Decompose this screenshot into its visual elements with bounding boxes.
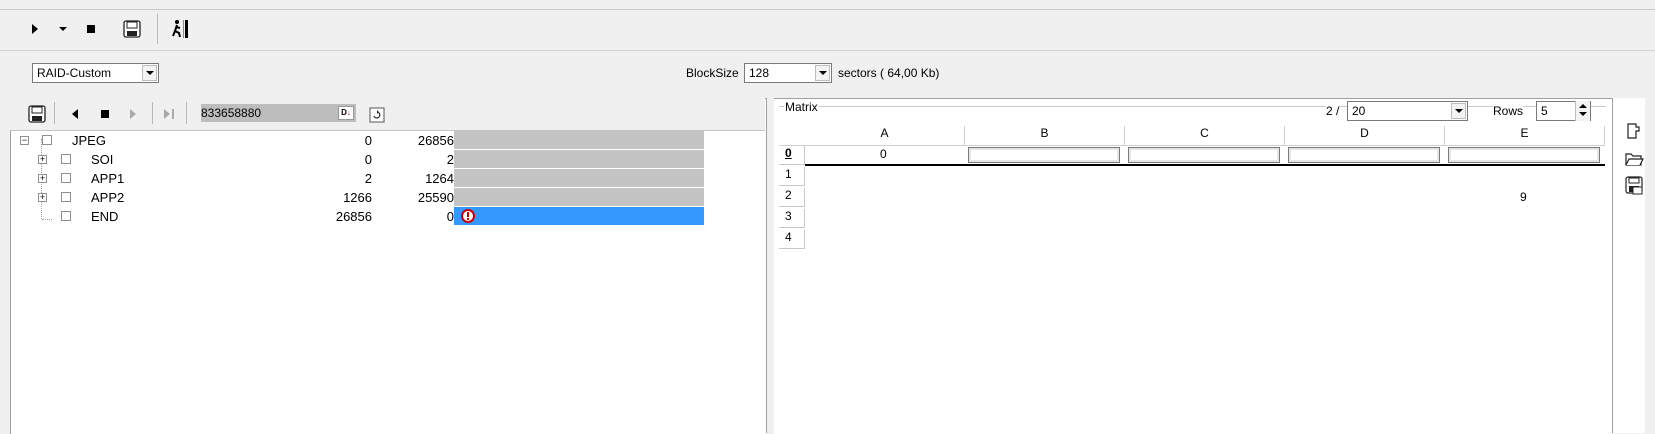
tree-item-bar (454, 131, 704, 149)
row-number-2[interactable]: 2 (779, 188, 805, 207)
row-number-1[interactable]: 1 (779, 167, 805, 186)
tree-item-name: JPEG (72, 133, 106, 148)
tree-item-name: END (91, 209, 119, 224)
tree-item-start: 1266 (343, 190, 372, 205)
tree-item-length: 1264 (425, 171, 454, 186)
cell-2-e[interactable]: 9 (1520, 190, 1527, 204)
rows-value: 5 (1541, 104, 1548, 118)
next-icon[interactable] (122, 103, 144, 125)
rows-label: Rows (1493, 104, 1524, 118)
page-total: 20 (1352, 104, 1366, 118)
toolbar-separator (152, 102, 153, 124)
tree-item-length: 25590 (417, 190, 454, 205)
expand-icon[interactable]: + (38, 155, 47, 164)
raid-select-value: RAID-Custom (37, 66, 112, 80)
tree-checkbox[interactable] (61, 154, 71, 164)
matrix-groupbox-line (779, 106, 1606, 108)
tree-item-start: 0 (364, 133, 372, 148)
cell-0-e[interactable] (1448, 147, 1600, 163)
warning-icon (461, 209, 475, 223)
grid-corner (779, 126, 806, 146)
spinner-arrows[interactable] (1575, 101, 1590, 121)
sectors-text: sectors ( 64,00 Kb) (838, 66, 940, 80)
tree-item-bar (454, 207, 704, 225)
collapse-icon[interactable]: − (20, 136, 29, 145)
row-number-3[interactable]: 3 (779, 209, 805, 228)
row-number-4[interactable]: 4 (779, 230, 805, 249)
toolbar-separator (54, 102, 55, 124)
cell-0-a[interactable]: 0 (880, 147, 887, 161)
tree-item-name: SOI (91, 152, 114, 167)
raid-select[interactable]: RAID-Custom (32, 63, 159, 83)
cell-0-d[interactable] (1288, 147, 1440, 163)
tree-item-length: 2 (446, 152, 454, 167)
matrix-label: Matrix (784, 100, 819, 114)
tree-checkbox[interactable] (42, 135, 52, 145)
tree-row[interactable]: + APP1 2 1264 (10, 169, 765, 188)
tree-item-length: 0 (446, 209, 454, 224)
tree-item-bar (454, 150, 704, 168)
rows-spinner[interactable]: 5 (1536, 101, 1591, 121)
tree-item-name: APP1 (91, 171, 125, 186)
blocksize-select[interactable]: 128 (744, 63, 832, 83)
tree-checkbox[interactable] (61, 211, 71, 221)
toolbar-separator (157, 14, 158, 44)
offset-value: 833658880 (201, 106, 262, 120)
tree-item-bar (454, 188, 704, 206)
structure-toolbar: 833658880 D↓ (10, 98, 765, 131)
chevron-down-icon[interactable] (52, 18, 74, 40)
window-top-border (0, 0, 1655, 10)
tree-row[interactable]: + SOI 0 2 (10, 150, 765, 169)
tree-item-bar (454, 169, 704, 187)
tree-checkbox[interactable] (61, 173, 71, 183)
refresh-icon[interactable] (366, 104, 388, 126)
offset-field[interactable]: 833658880 D↓ (201, 104, 356, 122)
decimal-toggle-icon[interactable]: D↓ (338, 106, 354, 120)
play-icon[interactable] (24, 18, 46, 40)
column-header-b[interactable]: B (965, 126, 1125, 146)
cell-0-b[interactable] (968, 147, 1120, 163)
chevron-down-icon[interactable] (1451, 103, 1466, 119)
stop-icon[interactable] (80, 18, 102, 40)
chevron-down-icon[interactable] (142, 65, 157, 81)
tree-item-start: 26856 (335, 209, 372, 224)
tree-item-start: 2 (364, 171, 372, 186)
last-icon[interactable] (158, 103, 180, 125)
tree-row[interactable]: END 26856 0 (10, 207, 765, 226)
expand-icon[interactable]: + (38, 174, 47, 183)
save-as-icon[interactable] (1623, 174, 1645, 196)
folder-open-icon[interactable] (1623, 148, 1645, 170)
column-header-c[interactable]: C (1125, 126, 1285, 146)
tree-item-name: APP2 (91, 190, 125, 205)
window-right-edge (1645, 98, 1655, 433)
puzzle-icon[interactable] (1623, 120, 1645, 142)
column-header-e[interactable]: E (1445, 126, 1605, 146)
tree-checkbox[interactable] (61, 192, 71, 202)
save-icon[interactable] (26, 103, 48, 125)
prev-icon[interactable] (64, 103, 86, 125)
runner-icon[interactable] (170, 18, 192, 40)
tree-row[interactable]: − JPEG 0 26856 (10, 131, 765, 150)
page-select[interactable]: 20 (1347, 101, 1468, 121)
tree-item-length: 26856 (417, 133, 454, 148)
page-prefix: 2 / (1326, 104, 1340, 118)
chevron-down-icon[interactable] (815, 65, 830, 81)
row-number-0[interactable]: 0 (779, 146, 805, 165)
toolbar-separator (186, 102, 187, 124)
blocksize-value: 128 (749, 66, 770, 80)
main-toolbar (0, 10, 1655, 51)
save-icon[interactable] (121, 18, 143, 40)
column-header-a[interactable]: A (805, 126, 965, 146)
blocksize-label: BlockSize (686, 66, 739, 80)
stop-icon[interactable] (94, 103, 116, 125)
tree-item-start: 0 (364, 152, 372, 167)
tree-row[interactable]: + APP2 1266 25590 (10, 188, 765, 207)
cell-0-c[interactable] (1128, 147, 1280, 163)
expand-icon[interactable]: + (38, 193, 47, 202)
column-header-d[interactable]: D (1285, 126, 1445, 146)
